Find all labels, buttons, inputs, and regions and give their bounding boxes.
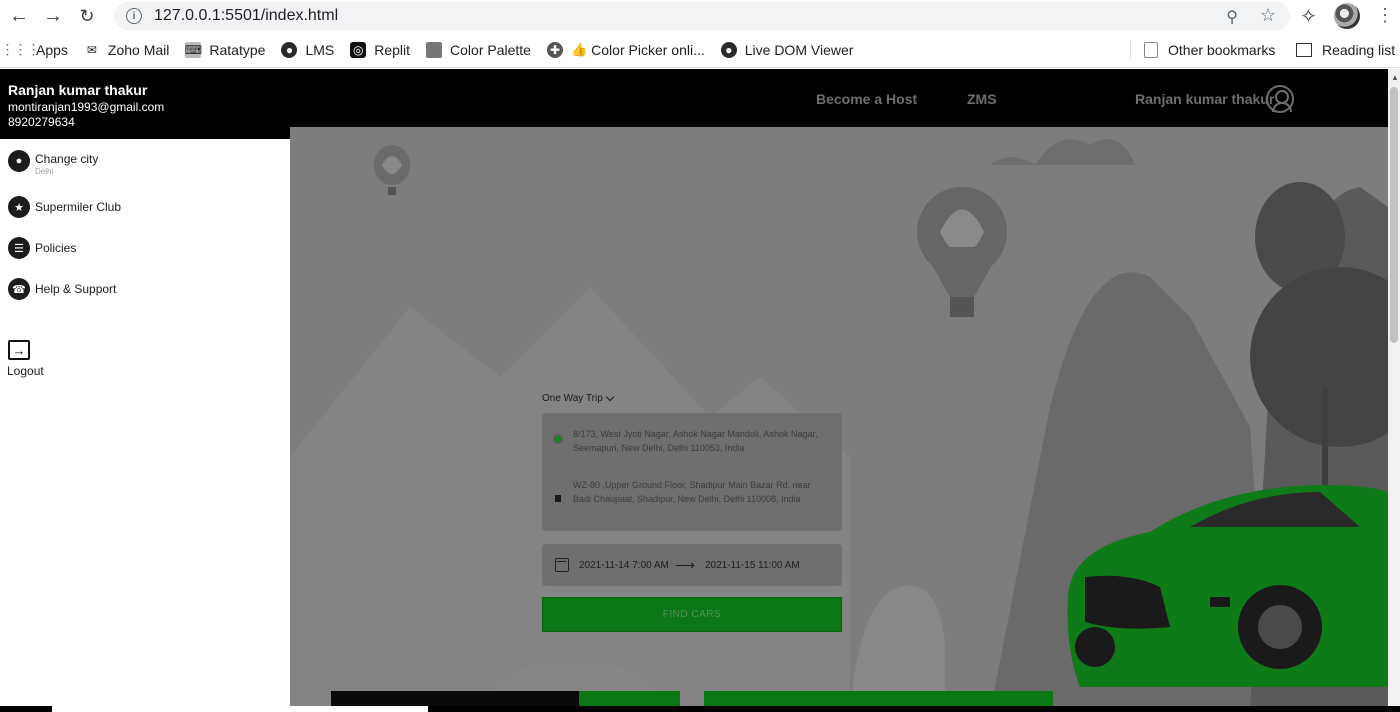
phone-icon: ☎ xyxy=(8,278,30,300)
scroll-up-arrow-icon[interactable]: ▲ xyxy=(1391,73,1399,82)
sidebar-item-supermiler-club[interactable]: ★ Supermiler Club xyxy=(8,196,121,218)
sidebar-user-name: Ranjan kumar thakur xyxy=(8,82,148,98)
calendar-icon xyxy=(555,558,569,572)
site-info-icon[interactable]: i xyxy=(126,8,142,24)
reload-icon[interactable]: ↻ xyxy=(70,1,104,31)
zoom-icon[interactable]: ⚲ xyxy=(1226,7,1238,27)
side-drawer: Ranjan kumar thakur montiranjan1993@gmai… xyxy=(0,69,290,712)
color-palette-icon xyxy=(426,41,443,58)
taskbar-edge-light xyxy=(52,706,428,712)
bookmark-label: Apps xyxy=(36,41,68,58)
bookmark-color-picker[interactable]: ✚ 👍 Color Picker onli... xyxy=(546,41,705,58)
bookmark-label: Live DOM Viewer xyxy=(744,41,854,58)
sidebar-item-policies[interactable]: ☰ Policies xyxy=(8,237,76,259)
trip-type-dropdown[interactable]: One Way Trip xyxy=(542,392,615,404)
browser-toolbar: ← → ↻ i 127.0.0.1:5501/index.html ⚲ ☆ ✧ … xyxy=(0,0,1400,32)
reading-list-icon xyxy=(1296,42,1312,57)
replit-icon: ◎ xyxy=(350,41,367,58)
current-city: Delhi xyxy=(35,167,54,176)
reading-list-label: Reading list xyxy=(1322,41,1396,58)
sidebar-item-change-city[interactable]: ● Change city Delhi xyxy=(8,150,98,176)
sidebar-item-label: Policies xyxy=(35,241,77,255)
zoho-mail-icon: ✉ xyxy=(86,42,97,57)
scrollbar-thumb[interactable] xyxy=(1390,87,1398,343)
nav-user-name[interactable]: Ranjan kumar thakur xyxy=(1135,91,1274,107)
other-bookmarks-label: Other bookmarks xyxy=(1168,41,1276,58)
bookmarks-separator xyxy=(1130,40,1131,60)
sidebar-email: montiranjan1993@gmail.com xyxy=(8,100,165,114)
browser-menu-icon[interactable]: ⋮ xyxy=(1376,5,1394,26)
drop-location-field[interactable]: WZ-80 ,Upper Ground Floor, Shadipur Main… xyxy=(573,478,825,506)
logout-icon[interactable]: → xyxy=(8,340,30,360)
location-pin-icon: ● xyxy=(8,150,30,172)
nav-zms[interactable]: ZMS xyxy=(967,91,997,107)
badge-icon: ★ xyxy=(8,196,30,218)
url-text[interactable]: 127.0.0.1:5501/index.html xyxy=(154,7,338,25)
bookmark-label: Replit xyxy=(374,41,411,58)
logout-label[interactable]: Logout xyxy=(7,364,44,378)
bookmark-lms[interactable]: ● LMS xyxy=(281,41,335,58)
sidebar-profile-header: Ranjan kumar thakur montiranjan1993@gmai… xyxy=(0,69,290,139)
pickup-dot-icon xyxy=(555,436,561,442)
ratatype-icon: ⌨ xyxy=(184,41,203,58)
bookmark-label: Color Palette xyxy=(450,41,531,58)
drop-marker-icon xyxy=(555,495,561,502)
color-picker-icon: ✚ xyxy=(546,41,563,58)
globe-icon: ● xyxy=(720,41,737,58)
date-range-picker[interactable]: 2021-11-14 7:00 AM ⟶ 2021-11-15 11:00 AM xyxy=(542,544,842,586)
sidebar-phone: 8920279634 xyxy=(8,115,75,129)
bookmark-star-icon[interactable]: ☆ xyxy=(1260,5,1276,26)
folder-icon xyxy=(1144,41,1158,58)
address-bar[interactable]: i 127.0.0.1:5501/index.html ⚲ ☆ xyxy=(114,2,1290,30)
bookmark-label: Zoho Mail xyxy=(107,41,170,58)
other-bookmarks[interactable]: Other bookmarks xyxy=(1144,41,1276,58)
bookmark-ratatype[interactable]: ⌨ Ratatype xyxy=(184,41,266,58)
chevron-down-icon xyxy=(605,392,615,402)
reading-list[interactable]: Reading list xyxy=(1296,42,1395,58)
end-datetime[interactable]: 2021-11-15 11:00 AM xyxy=(705,560,800,571)
arrow-right-icon: ⟶ xyxy=(674,556,695,573)
nav-become-host[interactable]: Become a Host xyxy=(816,91,917,107)
page-scrollbar[interactable]: ▲ xyxy=(1388,69,1400,712)
profile-avatar[interactable] xyxy=(1334,3,1360,29)
page-viewport: Become a Host ZMS Ranjan kumar thakur Ra… xyxy=(0,69,1388,712)
globe-icon: ● xyxy=(281,41,298,58)
bookmark-color-palette[interactable]: Color Palette xyxy=(426,41,531,58)
back-arrow-icon[interactable]: ← xyxy=(2,1,36,31)
extensions-puzzle-icon[interactable]: ✧ xyxy=(1300,4,1317,29)
bookmark-label: Color Picker onli... xyxy=(591,41,705,58)
bookmark-apps[interactable]: ⋮⋮⋮ Apps xyxy=(0,41,68,58)
sidebar-item-help-support[interactable]: ☎ Help & Support xyxy=(8,278,116,300)
sidebar-item-label: Help & Support xyxy=(35,282,117,296)
bookmark-label: LMS xyxy=(305,41,335,58)
location-card: 8/173, West Jyoti Nagar, Ashok Nagar Man… xyxy=(542,413,842,531)
bookmark-zoho-mail[interactable]: ✉ Zoho Mail xyxy=(84,41,170,58)
document-icon: ☰ xyxy=(8,237,30,259)
pickup-location-field[interactable]: 8/173, West Jyoti Nagar, Ashok Nagar Man… xyxy=(573,427,825,455)
sidebar-item-label: Supermiler Club xyxy=(35,200,122,214)
apps-grid-icon: ⋮⋮⋮ xyxy=(0,41,41,57)
start-datetime[interactable]: 2021-11-14 7:00 AM xyxy=(579,560,669,571)
thumbs-up-icon: 👍 xyxy=(570,41,588,57)
find-cars-button[interactable]: FIND CARS xyxy=(542,597,842,632)
sidebar-item-label: Change city xyxy=(35,152,99,166)
bookmark-replit[interactable]: ◎ Replit xyxy=(350,41,411,58)
forward-arrow-icon[interactable]: → xyxy=(36,1,70,31)
user-profile-icon[interactable] xyxy=(1266,85,1294,113)
bookmarks-bar: ⋮⋮⋮ Apps ✉ Zoho Mail ⌨ Ratatype ● LMS ◎ … xyxy=(0,32,1400,68)
trip-type-label: One Way Trip xyxy=(542,393,603,404)
bookmark-label: Ratatype xyxy=(209,41,266,58)
bookmark-live-dom-viewer[interactable]: ● Live DOM Viewer xyxy=(720,41,854,58)
